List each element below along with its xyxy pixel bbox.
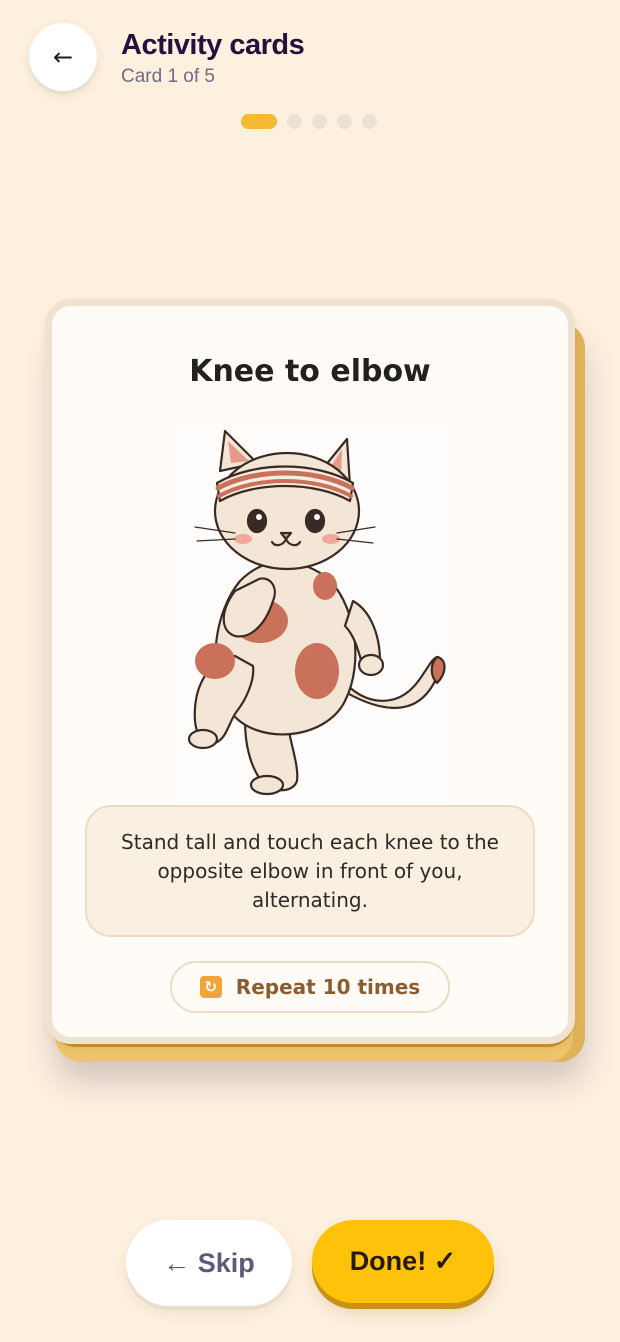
cat-exercise-illustration — [175, 421, 453, 801]
activity-card[interactable]: Knee to elbow Stand tall and touch each … — [45, 299, 575, 1044]
card-counter: Card 1 of 5 — [121, 66, 215, 87]
activity-title: Knee to elbow — [189, 354, 431, 389]
instruction-text: Stand tall and touch each knee to the op… — [121, 829, 499, 912]
progress-dot-5 — [362, 114, 377, 129]
skip-label: ← Skip — [163, 1247, 255, 1278]
done-label: Done! ✓ — [349, 1246, 457, 1276]
header: Activity cards Card 1 of 5 — [121, 27, 305, 88]
cat-illustration-svg — [187, 429, 446, 796]
page-title: Activity cards — [121, 29, 305, 61]
progress-dots — [241, 114, 377, 129]
repeat-label: Repeat 10 times — [235, 975, 421, 999]
done-button[interactable]: Done! ✓ — [312, 1220, 494, 1303]
back-button[interactable]: ← — [29, 23, 97, 91]
back-arrow-icon: ← — [52, 43, 74, 71]
repeat-icon: ↻ — [199, 976, 222, 998]
progress-dot-2 — [287, 114, 302, 129]
instruction-box: Stand tall and touch each knee to the op… — [85, 805, 535, 937]
skip-button[interactable]: ← Skip — [126, 1220, 292, 1306]
progress-dot-4 — [337, 114, 352, 129]
repeat-badge: ↻ Repeat 10 times — [170, 961, 450, 1013]
progress-dot-1-active — [241, 114, 277, 129]
progress-dot-3 — [312, 114, 327, 129]
